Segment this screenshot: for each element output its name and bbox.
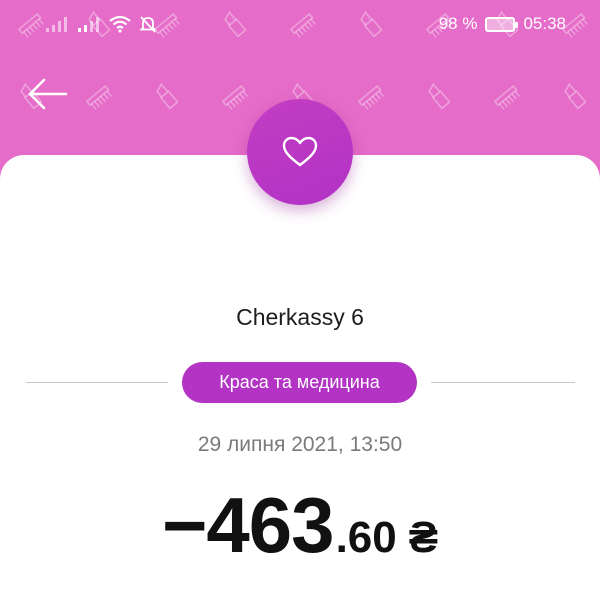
battery-percent: 98 % [438,14,478,33]
pattern-lipstick-icon [428,82,451,110]
pattern-lipstick-icon [156,82,179,110]
divider-right [431,382,575,383]
signal-icon [46,17,67,32]
heart-icon [282,136,318,167]
signal-icon [78,17,99,32]
pattern-comb-icon [357,84,384,110]
wifi-icon [109,15,131,33]
transaction-datetime: 29 липня 2021, 13:50 [197,433,403,456]
pattern-comb-icon [85,84,112,110]
status-left [44,14,158,34]
amount-main: −463 [161,481,335,569]
arrow-left-icon [28,78,68,110]
transaction-amount: −463.60 ₴ [0,480,600,571]
pattern-comb-icon [493,84,520,110]
status-right: 98 % 05:38 [439,14,566,34]
category-badge[interactable]: Краса та медицина [182,362,417,403]
back-button[interactable] [24,74,70,114]
merchant-name: Cherkassy 6 [236,304,364,330]
bell-off-icon [139,16,157,33]
pattern-comb-icon [221,84,248,110]
currency-symbol: ₴ [408,513,439,562]
divider-left [26,382,168,383]
status-bar: 98 % 05:38 [0,0,600,50]
pattern-lipstick-icon [564,82,587,110]
category-icon-circle [247,99,353,205]
amount-cents: .60 [335,513,397,562]
battery-icon [485,16,519,32]
status-time: 05:38 [523,14,566,33]
